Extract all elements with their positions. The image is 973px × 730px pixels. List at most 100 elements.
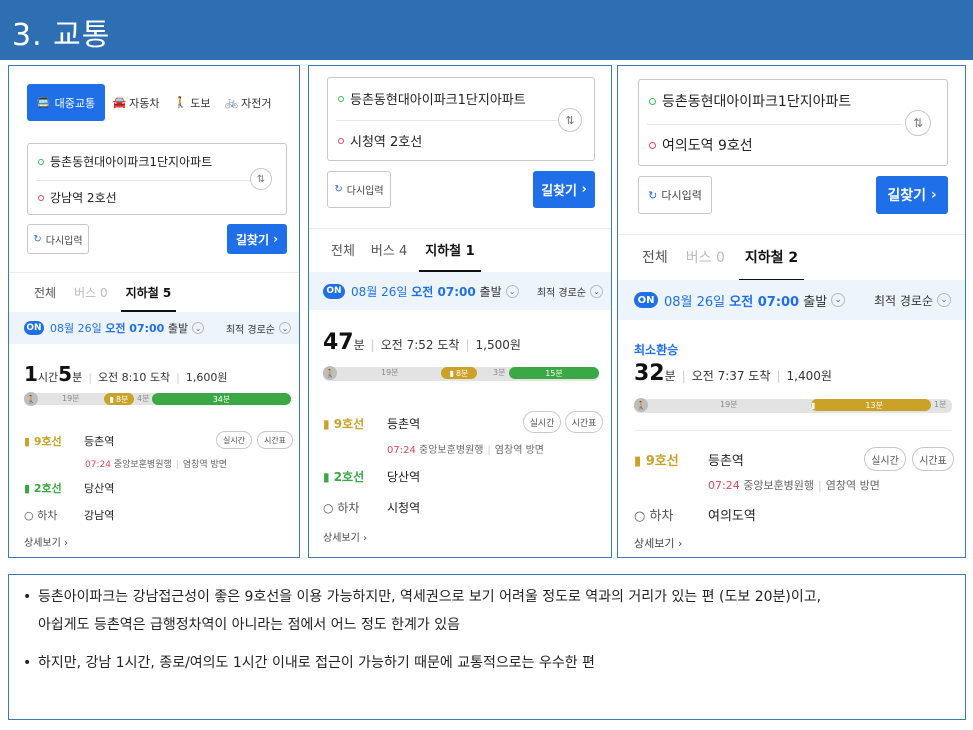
car-icon: 🚘 (112, 96, 127, 109)
chevron-down-icon: ⌄ (937, 293, 951, 307)
origin-dot-icon (338, 95, 344, 102)
route-search-box: 등촌동현대아이파크1단지아파트 시청역 2호선 ⇅ (327, 77, 595, 161)
segment-line9: ▮ 8분 (441, 367, 477, 379)
alight-dot-icon: ○ (323, 501, 334, 515)
walk-icon: 🚶 (24, 392, 38, 406)
details-link[interactable]: 상세보기 › (634, 535, 682, 551)
destination-field[interactable]: 여의도역 9호선 (649, 135, 753, 155)
stop-transfer: ▮ 2호선 당산역 (24, 482, 115, 495)
mode-car[interactable]: 🚘 자동차 (105, 84, 167, 121)
summary-notes: • 등촌아이파크는 강남접근성이 좋은 9호선을 이용 가능하지만, 역세권으로 … (8, 574, 966, 720)
on-badge: ON (634, 292, 658, 308)
bus-icon: 🚍 (36, 96, 51, 109)
timetable-button[interactable]: 시간표 (565, 411, 603, 433)
destination-field[interactable]: 시청역 2호선 (338, 131, 422, 150)
walk-icon: 🚶 (173, 96, 188, 109)
route-panel-yeouido: 등촌동현대아이파크1단지아파트 여의도역 9호선 ⇅ ↻ 다시입력 길찾기 › 전… (617, 65, 966, 558)
realtime-button[interactable]: 실시간 (216, 431, 252, 449)
departure-time[interactable]: 08월 26일 오전 07:00 출발 (50, 320, 188, 336)
departure-bar: ON 08월 26일 오전 07:00 출발 ⌄ 최적 경로순 ⌄ (309, 272, 611, 310)
swap-icon[interactable]: ⇅ (558, 108, 582, 132)
find-route-button[interactable]: 길찾기 › (227, 224, 287, 254)
tab-bus[interactable]: 버스 4 (369, 240, 409, 272)
route-summary: 47 분 | 오전 7:52 도착 | 1,500원 (323, 330, 521, 355)
destination-dot-icon (38, 194, 44, 201)
reset-button[interactable]: ↻ 다시입력 (327, 171, 391, 208)
train-icon: ▮ (24, 482, 31, 495)
route-panel-gangnam: 🚍 대중교통 🚘 자동차 🚶 도보 🚲 자전거 등촌동현대아이파크1단지아파트 강남역 … (8, 65, 300, 558)
departure-bar: ON 08월 26일 오전 07:00 출발 ⌄ 최적 경로순 ⌄ (618, 280, 965, 320)
timetable-button[interactable]: 시간표 (912, 447, 954, 471)
segment-line2: 34분 (152, 393, 291, 405)
route-panel-cityhall: 등촌동현대아이파크1단지아파트 시청역 2호선 ⇅ ↻ 다시입력 길찾기 › 전체… (308, 65, 612, 558)
route-search-box: 등촌동현대아이파크1단지아파트 여의도역 9호선 ⇅ (638, 79, 948, 166)
stop-alight: ○ 하차 시청역 (323, 501, 421, 515)
tab-all[interactable]: 전체 (640, 247, 670, 281)
mode-walk[interactable]: 🚶 도보 (167, 84, 217, 121)
route-timeline-bar: 🚶 19분 ▮ 8분 4분 34분 (24, 392, 291, 406)
stop-board: ▮ 9호선 등촌역 (323, 417, 421, 431)
stop-alight: ○ 하차 강남역 (24, 509, 115, 522)
details-link[interactable]: 상세보기 › (323, 529, 367, 544)
origin-dot-icon (649, 97, 656, 105)
chevron-down-icon[interactable]: ⌄ (831, 293, 846, 307)
realtime-button[interactable]: 실시간 (523, 411, 561, 433)
timetable-button[interactable]: 시간표 (257, 431, 293, 449)
refresh-icon: ↻ (33, 233, 42, 245)
route-summary: 1 시간 5분 | 오전 8:10 도착 | 1,600원 (24, 362, 228, 386)
chevron-down-icon[interactable]: ⌄ (192, 322, 205, 334)
transport-mode-tabs: 🚍 대중교통 🚘 자동차 🚶 도보 🚲 자전거 (27, 84, 279, 121)
segment-line2: 15분 (509, 367, 599, 379)
tab-bus[interactable]: 버스 0 (71, 284, 111, 312)
tab-all[interactable]: 전체 (29, 284, 61, 312)
realtime-button[interactable]: 실시간 (864, 447, 906, 471)
tab-bus[interactable]: 버스 0 (684, 247, 727, 281)
sort-select[interactable]: 최적 경로순 ⌄ (537, 284, 603, 299)
sort-select[interactable]: 최적 경로순 ⌄ (874, 292, 951, 309)
swap-icon[interactable]: ⇅ (905, 110, 931, 136)
mode-transit[interactable]: 🚍 대중교통 (27, 84, 105, 121)
origin-field[interactable]: 등촌동현대아이파크1단지아파트 (338, 89, 526, 108)
tab-subway[interactable]: 지하철 2 (738, 247, 805, 281)
alight-dot-icon: ○ (634, 509, 646, 524)
origin-field[interactable]: 등촌동현대아이파크1단지아파트 (649, 91, 851, 111)
alight-dot-icon: ○ (24, 509, 34, 522)
route-summary: 32 분 | 오전 7:37 도착 | 1,400원 (634, 361, 832, 386)
walk-icon: 🚶 (634, 398, 648, 412)
on-badge: ON (323, 283, 345, 299)
destination-dot-icon (649, 141, 656, 149)
stop-detail: 07:24 중앙보훈병원행 | 염창역 방면 (708, 479, 880, 492)
train-icon: ▮ (323, 417, 330, 431)
chevron-down-icon: ⌄ (590, 284, 603, 298)
route-timeline-bar: 🚶 19분 ▮ 8분 3분 15분 (323, 366, 599, 381)
sort-select[interactable]: 최적 경로순 ⌄ (226, 321, 291, 336)
refresh-icon: ↻ (648, 188, 658, 202)
departure-time[interactable]: 08월 26일 오전 07:00 출발 (351, 283, 502, 300)
find-route-button[interactable]: 길찾기 › (533, 171, 595, 208)
train-icon: ▮ (449, 368, 454, 378)
tab-all[interactable]: 전체 (329, 240, 357, 272)
details-link[interactable]: 상세보기 › (24, 534, 68, 549)
tab-subway[interactable]: 지하철 5 (120, 284, 177, 312)
reset-button[interactable]: ↻ 다시입력 (638, 176, 712, 214)
stop-detail: 07:24 중앙보훈병원행 | 염창역 방면 (85, 460, 228, 470)
train-icon: ▮ (634, 454, 642, 469)
swap-icon[interactable]: ⇅ (250, 168, 272, 190)
train-icon: ▮ (24, 435, 31, 448)
train-icon: ▮ (323, 470, 330, 484)
min-transfer-label: 최소환승 (634, 343, 679, 357)
segment-line9: ▮ 8분 (104, 393, 134, 405)
departure-time[interactable]: 08월 26일 오전 07:00 출발 (664, 291, 827, 310)
stop-board: ▮ 9호선 등촌역 (24, 435, 115, 448)
on-badge: ON (24, 321, 44, 335)
find-route-button[interactable]: 길찾기 › (876, 176, 948, 214)
reset-button[interactable]: ↻ 다시입력 (27, 224, 89, 254)
tab-subway[interactable]: 지하철 1 (419, 240, 481, 272)
stop-board: ▮ 9호선 등촌역 (634, 454, 744, 469)
mode-bike[interactable]: 🚲 자전거 (217, 84, 279, 121)
chevron-down-icon[interactable]: ⌄ (505, 284, 519, 298)
slide-title: 3. 교통 (0, 0, 973, 60)
origin-field[interactable]: 등촌동현대아이파크1단지아파트 (38, 153, 212, 170)
stop-alight: ○ 하차 여의도역 (634, 509, 756, 524)
destination-field[interactable]: 강남역 2호선 (38, 189, 117, 206)
